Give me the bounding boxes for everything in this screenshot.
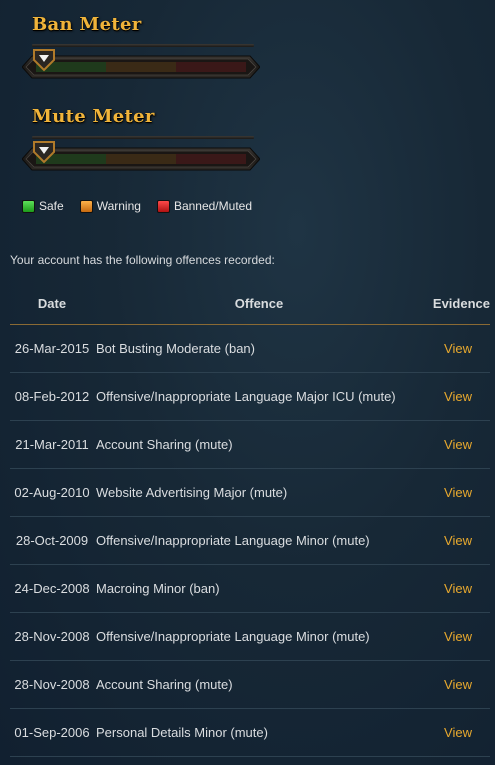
row-offence: Offensive/Inappropriate Language Minor (… <box>96 629 370 644</box>
mute-meter-rail <box>32 136 254 139</box>
safe-swatch-icon <box>22 199 35 213</box>
header-date: Date <box>37 295 67 311</box>
row-offence: Offensive/Inappropriate Language Minor (… <box>96 533 370 548</box>
table-row: 02-Aug-2010 Website Advertising Major (m… <box>10 469 490 517</box>
legend-banned-label: Banned/Muted <box>173 199 252 213</box>
row-offence: Bot Busting Moderate (ban) <box>96 341 255 356</box>
legend-warning: Warning <box>79 199 141 213</box>
row-date: 08-Feb-2012 <box>14 389 90 404</box>
row-date: 28-Nov-2008 <box>14 629 90 644</box>
table-row: 24-Dec-2008 Macroing Minor (ban) View <box>10 565 490 613</box>
view-evidence-link[interactable]: View <box>424 485 490 500</box>
view-evidence-link[interactable]: View <box>424 725 490 740</box>
row-offence: Account Sharing (mute) <box>96 677 233 692</box>
legend-warning-label: Warning <box>96 199 141 213</box>
legend-banned: Banned/Muted <box>156 199 252 213</box>
row-date: 28-Oct-2009 <box>15 533 89 548</box>
view-evidence-link[interactable]: View <box>424 533 490 548</box>
table-row: 26-Mar-2015 Bot Busting Moderate (ban) V… <box>10 325 490 373</box>
table-row: 28-Nov-2008 Offensive/Inappropriate Lang… <box>10 613 490 661</box>
row-date: 01-Sep-2006 <box>14 725 90 740</box>
row-offence: Website Advertising Major (mute) <box>96 485 288 500</box>
table-row: 21-Mar-2011 Account Sharing (mute) View <box>10 421 490 469</box>
offences-table: Date Offence Evidence 26-Mar-2015 Bot Bu… <box>10 282 490 757</box>
table-row: 28-Nov-2008 Account Sharing (mute) View <box>10 661 490 709</box>
row-date: 24-Dec-2008 <box>14 581 90 596</box>
mute-meter-bar <box>22 146 260 172</box>
meter-legend: Safe Warning Banned/Muted <box>22 199 268 213</box>
ban-meter-pointer-icon <box>32 48 56 77</box>
mute-meter-title: Mute Meter <box>32 106 155 127</box>
offences-intro: Your account has the following offences … <box>10 253 275 267</box>
view-evidence-link[interactable]: View <box>424 629 490 644</box>
row-date: 21-Mar-2011 <box>15 437 89 452</box>
table-row: 01-Sep-2006 Personal Details Minor (mute… <box>10 709 490 757</box>
row-date: 02-Aug-2010 <box>14 485 90 500</box>
row-offence: Macroing Minor (ban) <box>96 581 220 596</box>
banned-swatch-icon <box>156 199 170 213</box>
legend-safe-label: Safe <box>39 199 64 213</box>
view-evidence-link[interactable]: View <box>424 389 490 404</box>
table-row: 08-Feb-2012 Offensive/Inappropriate Lang… <box>10 373 490 421</box>
view-evidence-link[interactable]: View <box>424 341 490 356</box>
view-evidence-link[interactable]: View <box>424 437 490 452</box>
header-offence: Offence <box>234 295 284 311</box>
table-header: Date Offence Evidence <box>10 282 490 325</box>
ban-meter-bar <box>22 54 260 80</box>
legend-safe: Safe <box>22 199 64 213</box>
table-row: 28-Oct-2009 Offensive/Inappropriate Lang… <box>10 517 490 565</box>
row-date: 26-Mar-2015 <box>14 341 90 356</box>
header-evidence: Evidence <box>432 295 490 311</box>
mute-meter: Mute Meter <box>22 106 262 171</box>
row-offence: Offensive/Inappropriate Language Major I… <box>96 389 396 404</box>
row-date: 28-Nov-2008 <box>14 677 90 692</box>
row-offence: Personal Details Minor (mute) <box>96 725 268 740</box>
warning-swatch-icon <box>79 199 93 213</box>
ban-meter-title: Ban Meter <box>32 14 142 35</box>
row-offence: Account Sharing (mute) <box>96 437 233 452</box>
view-evidence-link[interactable]: View <box>424 581 490 596</box>
ban-meter-rail <box>32 44 254 47</box>
mute-meter-pointer-icon <box>32 140 56 169</box>
view-evidence-link[interactable]: View <box>424 677 490 692</box>
ban-meter: Ban Meter <box>22 14 262 79</box>
